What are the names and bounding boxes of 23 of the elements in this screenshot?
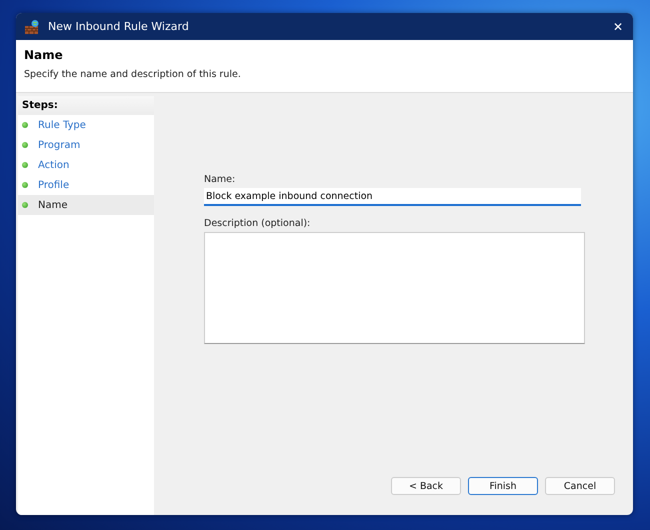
page-description: Specify the name and description of this rule. <box>24 69 242 80</box>
wizard-button[interactable]: Cancel <box>545 477 615 495</box>
step-item[interactable]: Rule Type <box>18 115 154 135</box>
description-text-area[interactable] <box>204 232 585 344</box>
step-item[interactable]: Name <box>18 195 154 215</box>
name-input-field[interactable]: Block example inbound connection <box>204 188 581 206</box>
wizard-button[interactable]: Finish <box>468 477 538 495</box>
status-dot-icon <box>22 182 28 188</box>
name-label: Name: <box>204 174 236 185</box>
status-dot-icon <box>22 202 28 208</box>
page-title: Name <box>24 48 63 62</box>
status-dot-icon <box>22 122 28 128</box>
firewall-icon <box>24 18 40 34</box>
step-item[interactable]: Action <box>18 155 154 175</box>
steps-heading: Steps: <box>18 96 154 115</box>
description-label: Description (optional): <box>204 218 312 229</box>
step-item[interactable]: Profile <box>18 175 154 195</box>
window-title: New Inbound Rule Wizard <box>48 20 190 33</box>
step-item[interactable]: Program <box>18 135 154 155</box>
status-dot-icon <box>22 142 28 148</box>
close-button[interactable]: ✕ <box>612 20 623 34</box>
wizard-button[interactable]: < Back <box>391 477 461 495</box>
status-dot-icon <box>22 162 28 168</box>
